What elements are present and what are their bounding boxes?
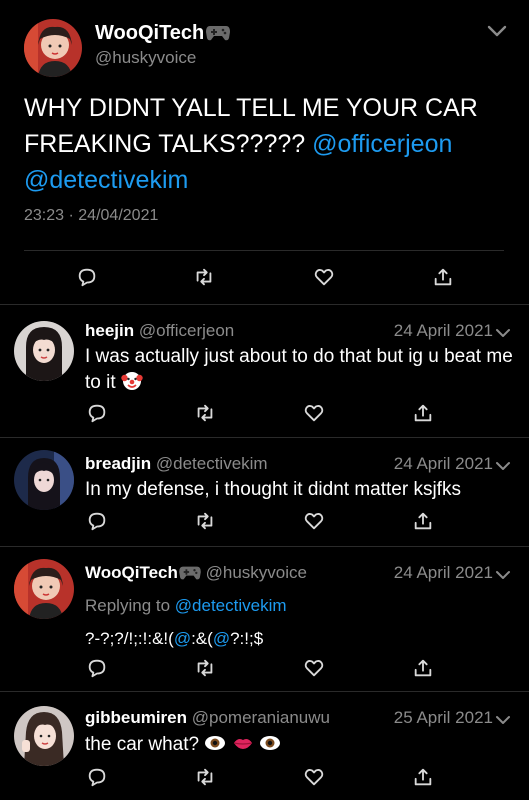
speech-bubble-icon (88, 404, 106, 423)
eye-icon (259, 732, 281, 754)
handle[interactable]: @huskyvoice (95, 48, 196, 68)
like-button[interactable] (302, 656, 326, 680)
retweet-icon (197, 768, 213, 786)
reply-header: heejin @officerjeon (85, 321, 234, 341)
share-icon (414, 768, 432, 786)
speech-bubble-icon (88, 659, 106, 678)
handle[interactable]: @detectivekim (156, 454, 268, 473)
share-button[interactable] (431, 265, 455, 289)
tweet-actions (0, 765, 529, 789)
tweet-actions (0, 656, 529, 680)
share-icon (414, 404, 432, 422)
avatar[interactable] (14, 559, 74, 619)
display-name[interactable]: heejin (85, 321, 134, 340)
reply-header: WooQiTech @huskyvoice (85, 563, 307, 583)
reply-text: the car what? (85, 732, 515, 758)
share-button[interactable] (411, 509, 435, 533)
reply-text: ?-?;?/!;:!:&!(@:&(@?:!;$ (85, 629, 264, 648)
speech-bubble-icon (78, 268, 96, 287)
main-tweet: WooQiTech @huskyvoice WHY DIDNT YALL TEL… (0, 0, 529, 304)
reply-header: gibbeumiren @pomeranianuwu (85, 708, 330, 728)
reply-text: I was actually just about to do that but… (85, 346, 513, 393)
heart-icon (304, 513, 324, 530)
display-name[interactable]: gibbeumiren (85, 708, 187, 727)
replying-to: Replying to @detectivekim (85, 596, 287, 615)
like-button[interactable] (302, 765, 326, 789)
heart-icon (314, 269, 334, 286)
handle[interactable]: @huskyvoice (206, 563, 307, 582)
chevron-down-icon[interactable] (495, 459, 511, 470)
reply-tweet[interactable]: heejin @officerjeon 24 April 2021 I was … (0, 305, 529, 436)
reply-date: 25 April 2021 (393, 708, 493, 727)
heart-icon (304, 660, 324, 677)
mention-link[interactable]: @detectivekim (175, 596, 287, 615)
like-button[interactable] (312, 265, 336, 289)
speech-bubble-icon (88, 512, 106, 531)
speech-bubble-icon (88, 768, 106, 787)
heart-icon (304, 405, 324, 422)
handle[interactable]: @pomeranianuwu (192, 708, 330, 727)
like-button[interactable] (302, 401, 326, 425)
game-controller-icon (204, 22, 231, 44)
share-icon (434, 268, 452, 286)
reply-tweet[interactable]: WooQiTech @huskyvoice 24 April 2021 Repl… (0, 547, 529, 690)
game-controller-icon (178, 563, 201, 582)
reply-header: breadjin @detectivekim (85, 454, 268, 474)
retweet-button[interactable] (193, 401, 217, 425)
tweet-actions (0, 265, 529, 289)
share-icon (414, 659, 432, 677)
share-button[interactable] (411, 765, 435, 789)
clown-face-icon (121, 370, 143, 392)
tweet-actions (0, 401, 529, 425)
mention-link[interactable]: @detectivekim (24, 166, 188, 194)
reply-button[interactable] (85, 765, 109, 789)
eye-icon (204, 732, 226, 754)
heart-icon (304, 769, 324, 786)
tweet-actions (0, 509, 529, 533)
display-name[interactable]: WooQiTech (95, 22, 231, 45)
timestamp: 23:23 · 24/04/2021 (24, 207, 159, 224)
handle[interactable]: @officerjeon (139, 321, 234, 340)
reply-date: 24 April 2021 (393, 321, 493, 340)
retweet-icon (197, 659, 213, 677)
tweet-text: WHY DIDNT YALL TELL ME YOUR CAR FREAKING… (24, 94, 478, 194)
share-button[interactable] (411, 656, 435, 680)
chevron-down-icon[interactable] (487, 24, 507, 38)
reply-button[interactable] (85, 656, 109, 680)
reply-button[interactable] (85, 401, 109, 425)
reply-text: In my defense, i thought it didnt matter… (85, 479, 461, 500)
retweet-button[interactable] (193, 765, 217, 789)
divider (24, 250, 504, 251)
share-icon (414, 512, 432, 530)
display-name[interactable]: WooQiTech (85, 563, 201, 582)
reply-button[interactable] (75, 265, 99, 289)
avatar[interactable] (14, 450, 74, 510)
avatar[interactable] (24, 19, 82, 77)
reply-tweet[interactable]: gibbeumiren @pomeranianuwu 25 April 2021… (0, 692, 529, 800)
avatar[interactable] (14, 321, 74, 381)
chevron-down-icon[interactable] (495, 568, 511, 579)
like-button[interactable] (302, 509, 326, 533)
chevron-down-icon[interactable] (495, 713, 511, 724)
retweet-icon (197, 512, 213, 530)
retweet-icon (196, 268, 212, 286)
reply-date: 24 April 2021 (393, 454, 493, 473)
reply-button[interactable] (85, 509, 109, 533)
chevron-down-icon[interactable] (495, 326, 511, 337)
avatar[interactable] (14, 706, 74, 766)
mention-link[interactable]: @officerjeon (312, 130, 452, 158)
retweet-button[interactable] (193, 509, 217, 533)
share-button[interactable] (411, 401, 435, 425)
retweet-icon (197, 404, 213, 422)
retweet-button[interactable] (192, 265, 216, 289)
reply-date: 24 April 2021 (393, 563, 493, 582)
lips-icon (232, 732, 254, 754)
reply-tweet[interactable]: breadjin @detectivekim 24 April 2021 In … (0, 438, 529, 545)
display-name[interactable]: breadjin (85, 454, 151, 473)
retweet-button[interactable] (193, 656, 217, 680)
